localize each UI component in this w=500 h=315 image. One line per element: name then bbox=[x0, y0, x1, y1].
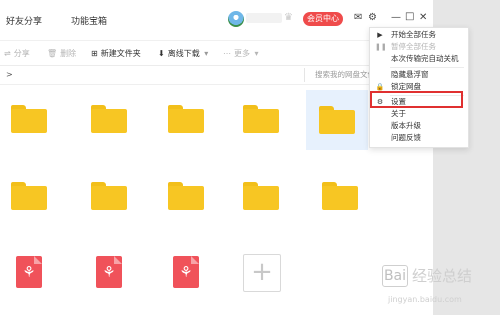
menu-item-hide-float[interactable]: 隐藏悬浮窗 bbox=[370, 69, 468, 81]
menu-item-label: 开始全部任务 bbox=[391, 30, 436, 39]
tab-feature-box[interactable]: 功能宝箱 bbox=[71, 14, 107, 27]
pdf-file-item[interactable]: ⚘ bbox=[157, 243, 215, 301]
offline-download-label: 离线下载 bbox=[167, 49, 200, 58]
chevron-down-icon: ▾ bbox=[254, 49, 259, 58]
minimize-icon[interactable]: — bbox=[391, 11, 401, 25]
pdf-icon: ⚘ bbox=[96, 256, 122, 288]
settings-dropdown-menu: ▶ 开始全部任务 ❚❚ 暂停全部任务 本次传输完自动关机 隐藏悬浮窗 🔒 锁定网… bbox=[369, 27, 469, 148]
folder-icon bbox=[168, 105, 204, 133]
delete-button[interactable]: 🗑 删除 bbox=[47, 48, 76, 59]
more-button[interactable]: ⋯ 更多 ▾ bbox=[223, 48, 259, 59]
menu-item-feedback[interactable]: 问题反馈 bbox=[370, 132, 468, 144]
menu-item-label: 隐藏悬浮窗 bbox=[391, 70, 429, 79]
menu-item-label: 关于 bbox=[391, 109, 406, 118]
vip-center-button[interactable]: 会员中心 bbox=[303, 12, 343, 26]
menu-item-about[interactable]: 关于 bbox=[370, 108, 468, 120]
download-icon: ⬇ bbox=[158, 49, 165, 58]
offline-download-button[interactable]: ⬇ 离线下载 ▾ bbox=[158, 48, 208, 59]
folder-icon bbox=[11, 105, 47, 133]
pdf-icon: ⚘ bbox=[16, 256, 42, 288]
folder-icon bbox=[319, 106, 355, 134]
folder-icon bbox=[91, 105, 127, 133]
menu-item-label: 暂停全部任务 bbox=[391, 42, 436, 51]
avatar[interactable] bbox=[228, 11, 244, 27]
new-folder-button[interactable]: ⊞ 新建文件夹 bbox=[91, 48, 141, 59]
folder-icon bbox=[91, 182, 127, 210]
chevron-down-icon: ▾ bbox=[204, 49, 209, 58]
folder-icon bbox=[243, 182, 279, 210]
folder-item[interactable] bbox=[0, 167, 58, 225]
menu-item-start-all[interactable]: ▶ 开始全部任务 bbox=[370, 29, 468, 41]
menu-item-pause-all[interactable]: ❚❚ 暂停全部任务 bbox=[370, 41, 468, 53]
folder-icon bbox=[243, 105, 279, 133]
watermark-url: jingyan.baidu.com bbox=[388, 295, 462, 304]
folder-item[interactable] bbox=[232, 167, 290, 225]
share-icon: ⇌ bbox=[4, 49, 11, 58]
watermark-logo-icon: Bai bbox=[382, 265, 408, 287]
new-folder-icon: ⊞ bbox=[91, 49, 98, 58]
crown-icon: ♛ bbox=[284, 12, 293, 23]
folder-icon bbox=[168, 182, 204, 210]
share-label: 分享 bbox=[13, 49, 30, 58]
mail-icon[interactable]: ✉ bbox=[354, 11, 362, 25]
pdf-icon: ⚘ bbox=[173, 256, 199, 288]
pause-icon: ❚❚ bbox=[375, 43, 387, 51]
folder-item[interactable] bbox=[232, 90, 290, 148]
watermark-title: 经验总结 bbox=[412, 267, 473, 285]
menu-item-label: 问题反馈 bbox=[391, 133, 421, 142]
watermark: Bai 经验总结 jingyan.baidu.com bbox=[382, 265, 498, 313]
trash-icon: 🗑 bbox=[47, 49, 58, 58]
folder-item-selected[interactable] bbox=[306, 90, 368, 150]
more-label: 更多 bbox=[234, 49, 250, 58]
pdf-file-item[interactable]: ⚘ bbox=[80, 243, 138, 301]
menu-item-auto-shutdown[interactable]: 本次传输完自动关机 bbox=[370, 53, 468, 65]
settings-highlight-box bbox=[370, 91, 463, 108]
new-folder-label: 新建文件夹 bbox=[100, 49, 141, 58]
folder-item[interactable] bbox=[0, 90, 58, 148]
username-field[interactable] bbox=[246, 13, 282, 23]
maximize-icon[interactable]: □ bbox=[405, 10, 414, 24]
play-icon: ▶ bbox=[377, 31, 383, 39]
folder-icon bbox=[11, 182, 47, 210]
folder-item[interactable] bbox=[157, 90, 215, 148]
add-file-button[interactable]: + bbox=[243, 254, 281, 292]
more-icon: ⋯ bbox=[223, 49, 231, 58]
menu-item-label: 版本升级 bbox=[391, 121, 421, 130]
folder-item[interactable] bbox=[157, 167, 215, 225]
delete-label: 删除 bbox=[60, 49, 77, 58]
breadcrumb-arrow[interactable]: > bbox=[6, 70, 13, 79]
pdf-file-item[interactable]: ⚘ bbox=[0, 243, 58, 301]
tab-friend-share[interactable]: 好友分享 bbox=[6, 14, 42, 27]
menu-divider bbox=[390, 67, 464, 68]
share-button[interactable]: ⇌ 分享 bbox=[4, 48, 30, 59]
folder-item[interactable] bbox=[80, 90, 138, 148]
menu-item-upgrade[interactable]: 版本升级 bbox=[370, 120, 468, 132]
folder-item[interactable] bbox=[80, 167, 138, 225]
folder-item[interactable] bbox=[311, 167, 369, 225]
gear-icon[interactable]: ⚙ bbox=[368, 11, 377, 25]
menu-item-label: 本次传输完自动关机 bbox=[391, 54, 459, 63]
close-icon[interactable]: ✕ bbox=[419, 11, 427, 25]
folder-icon bbox=[322, 182, 358, 210]
